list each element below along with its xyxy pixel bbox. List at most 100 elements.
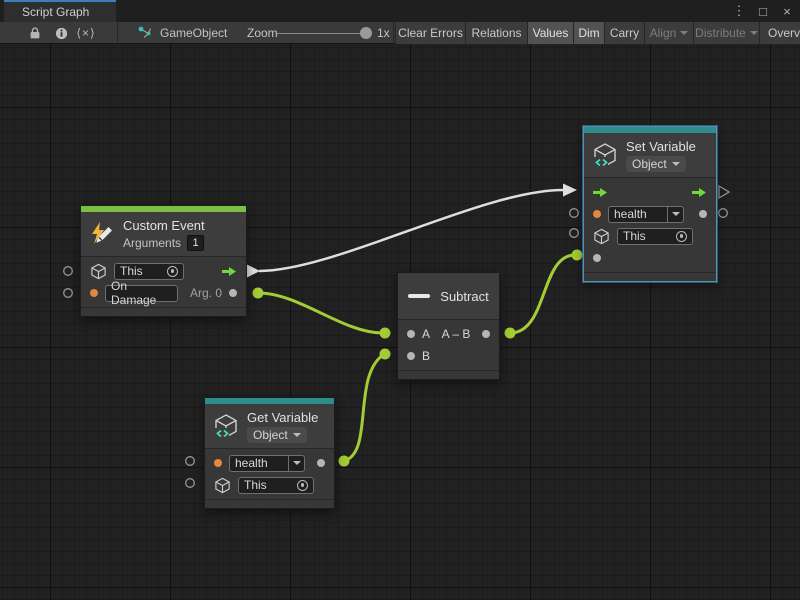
unconnected-port[interactable]	[186, 479, 195, 488]
clear-errors-button[interactable]: Clear Errors	[395, 22, 465, 44]
value-port-dot[interactable]	[505, 328, 516, 339]
node-body: health This	[205, 448, 334, 499]
node-header: Get Variable Object	[205, 404, 334, 448]
input-b-port[interactable]	[407, 352, 415, 360]
graph-canvas[interactable]: Custom Event Arguments 1 This	[0, 44, 800, 600]
graph-target-icon	[137, 25, 153, 41]
node-custom-event[interactable]: Custom Event Arguments 1 This	[80, 205, 247, 317]
node-title: Set Variable	[626, 139, 696, 154]
dropdown-arrow-segment[interactable]	[288, 456, 304, 471]
input-a-port[interactable]	[407, 330, 415, 338]
values-button[interactable]: Values	[527, 22, 573, 44]
maximize-icon[interactable]: □	[754, 4, 772, 19]
value-port-dot[interactable]	[380, 328, 391, 339]
result-label: A – B	[442, 327, 471, 341]
unconnected-flow-port[interactable]	[719, 186, 729, 198]
wire-subtract-setvariable[interactable]	[510, 255, 575, 333]
object-picker-icon[interactable]	[676, 231, 687, 242]
window-controls: ⋮ □ ×	[730, 0, 796, 22]
relations-button[interactable]: Relations	[465, 22, 527, 44]
value-output-port[interactable]	[699, 210, 707, 218]
overview-button[interactable]: Overv	[759, 22, 800, 44]
lock-icon	[29, 26, 41, 40]
tab-label: Script Graph	[22, 5, 89, 19]
unconnected-port[interactable]	[570, 229, 579, 238]
node-body: health This	[584, 177, 716, 272]
toolbar-separator	[393, 22, 394, 44]
target-field[interactable]: This	[238, 477, 314, 494]
arg-output-port[interactable]	[229, 289, 237, 297]
wire-arg0-subtract-a[interactable]	[258, 293, 383, 333]
lock-button[interactable]	[24, 22, 46, 44]
node-set-variable[interactable]: Set Variable Object health	[583, 126, 717, 282]
flow-output-port-marker[interactable]	[247, 265, 260, 278]
target-row: This	[584, 225, 716, 247]
toolbar-buttons: Clear Errors Relations Values Dim Carry …	[395, 22, 800, 44]
value-port-dot[interactable]	[339, 456, 350, 467]
result-port[interactable]	[482, 330, 490, 338]
variable-name-row: health	[584, 203, 716, 225]
wire-flow-customevent-setvariable[interactable]	[259, 190, 563, 271]
zoom-slider-handle[interactable]	[360, 27, 372, 39]
carry-button[interactable]: Carry	[604, 22, 644, 44]
distribute-button[interactable]: Distribute	[693, 22, 759, 44]
graph-target-label[interactable]: GameObject	[160, 22, 227, 44]
close-icon[interactable]: ×	[778, 4, 796, 19]
unconnected-port[interactable]	[64, 289, 73, 298]
variable-name-row: health	[205, 452, 334, 474]
node-get-variable[interactable]: Get Variable Object health	[204, 397, 335, 509]
variable-name-dropdown[interactable]: health	[229, 455, 305, 472]
flow-arrow-icon[interactable]	[222, 266, 237, 277]
node-footer	[398, 370, 499, 379]
node-title: Subtract	[440, 289, 488, 304]
minus-icon	[408, 294, 430, 298]
dropdown-arrow-icon	[293, 461, 301, 465]
dropdown-arrow-segment[interactable]	[667, 207, 683, 222]
input-b-label: B	[422, 349, 430, 363]
name-input-port[interactable]	[593, 210, 601, 218]
subtract-row-a: A A – B	[398, 323, 499, 345]
code-badge-button[interactable]: ⟨×⟩	[68, 22, 104, 44]
variable-name-dropdown[interactable]: health	[608, 206, 684, 223]
unconnected-port[interactable]	[186, 457, 195, 466]
cube-icon	[593, 228, 610, 245]
dim-button[interactable]: Dim	[573, 22, 604, 44]
value-port-dot[interactable]	[253, 288, 264, 299]
flow-arrow-icon[interactable]	[692, 187, 707, 198]
event-name-field[interactable]: On Damage	[105, 285, 178, 302]
dropdown-arrow-icon	[680, 31, 688, 35]
arguments-count-input[interactable]: 1	[187, 235, 204, 251]
target-field[interactable]: This	[114, 263, 184, 280]
graph-target-button[interactable]	[136, 22, 154, 44]
node-header: Subtract	[398, 273, 499, 319]
menu-icon[interactable]: ⋮	[730, 3, 748, 19]
input-a-label: A	[422, 327, 430, 341]
flow-arrow-icon[interactable]	[593, 187, 608, 198]
object-picker-icon[interactable]	[297, 480, 308, 491]
scope-dropdown[interactable]: Object	[626, 156, 686, 172]
unconnected-port[interactable]	[719, 209, 728, 218]
node-subtract[interactable]: Subtract A A – B B	[397, 272, 500, 380]
node-header: Set Variable Object	[584, 133, 716, 177]
unconnected-port[interactable]	[570, 209, 579, 218]
zoom-slider-track[interactable]	[277, 33, 369, 34]
name-input-port[interactable]	[214, 459, 222, 467]
arg-output-label: Arg. 0	[190, 286, 222, 300]
unconnected-port[interactable]	[64, 267, 73, 276]
dropdown-arrow-icon	[672, 162, 680, 166]
value-input-port[interactable]	[593, 254, 601, 262]
event-port[interactable]	[90, 289, 98, 297]
value-port-dot[interactable]	[572, 250, 583, 261]
object-picker-icon[interactable]	[167, 266, 178, 277]
scope-dropdown[interactable]: Object	[247, 427, 307, 443]
value-output-port[interactable]	[317, 459, 325, 467]
tab-script-graph[interactable]: Script Graph	[4, 0, 116, 22]
target-field[interactable]: This	[617, 228, 693, 245]
node-footer	[81, 307, 246, 316]
wire-getvariable-subtract-b[interactable]	[344, 355, 383, 461]
graph-toolbar: ⟨×⟩ GameObject Zoom 1x Clear Errors Rela…	[0, 22, 800, 44]
variable-cube-icon	[592, 142, 618, 168]
node-footer	[584, 272, 716, 281]
value-port-dot[interactable]	[380, 349, 391, 360]
align-button[interactable]: Align	[644, 22, 693, 44]
